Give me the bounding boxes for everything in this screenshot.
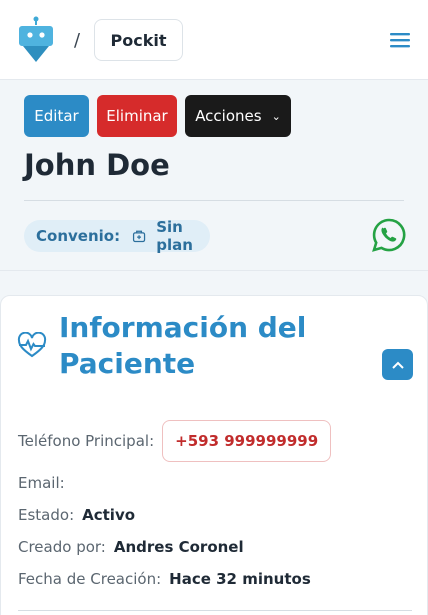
- card-divider: [18, 610, 412, 611]
- collapse-button[interactable]: [382, 349, 413, 380]
- field-status: Estado: Activo: [18, 506, 135, 524]
- top-navbar: / Pockit: [0, 0, 428, 80]
- heart-pulse-icon: [17, 332, 47, 358]
- medical-kit-icon: [133, 230, 146, 243]
- robot-logo-icon[interactable]: [18, 16, 54, 64]
- created-by-value: Andres Coronel: [113, 538, 244, 556]
- divider: [24, 200, 404, 201]
- hamburger-icon[interactable]: [388, 30, 412, 50]
- patient-name: John Doe: [24, 148, 170, 182]
- patient-info-card: Información del Paciente Teléfono Princi…: [0, 295, 428, 615]
- whatsapp-icon[interactable]: [372, 218, 406, 252]
- plan-value: Sin plan: [156, 218, 193, 254]
- created-date-label: Fecha de Creación:: [18, 570, 162, 588]
- delete-button[interactable]: Eliminar: [97, 95, 177, 137]
- actions-dropdown-button[interactable]: Acciones ⌄: [185, 95, 291, 137]
- brand-button[interactable]: Pockit: [94, 19, 183, 61]
- created-date-value: Hace 32 minutos: [169, 570, 311, 588]
- section-divider: [0, 270, 428, 271]
- actions-dropdown-label: Acciones: [195, 107, 262, 125]
- chevron-up-icon: [391, 361, 404, 369]
- status-label: Estado:: [18, 506, 75, 524]
- chevron-down-icon: ⌄: [271, 109, 281, 123]
- edit-button[interactable]: Editar: [24, 95, 89, 137]
- field-created-by: Creado por: Andres Coronel: [18, 538, 244, 556]
- field-phone: Teléfono Principal: +593 999999999: [18, 420, 332, 462]
- card-title: Información del Paciente: [59, 311, 307, 380]
- field-created-date: Fecha de Creación: Hace 32 minutos: [18, 570, 311, 588]
- plan-badge: Convenio: Sin plan: [24, 218, 210, 254]
- phone-label: Teléfono Principal:: [18, 432, 155, 450]
- plan-label: Convenio:: [36, 227, 121, 245]
- breadcrumb-separator: /: [74, 30, 81, 51]
- status-value: Activo: [82, 506, 136, 524]
- created-by-label: Creado por:: [18, 538, 106, 556]
- phone-link[interactable]: +593 999999999: [162, 420, 332, 462]
- email-label: Email:: [18, 474, 65, 492]
- field-email: Email:: [18, 474, 73, 492]
